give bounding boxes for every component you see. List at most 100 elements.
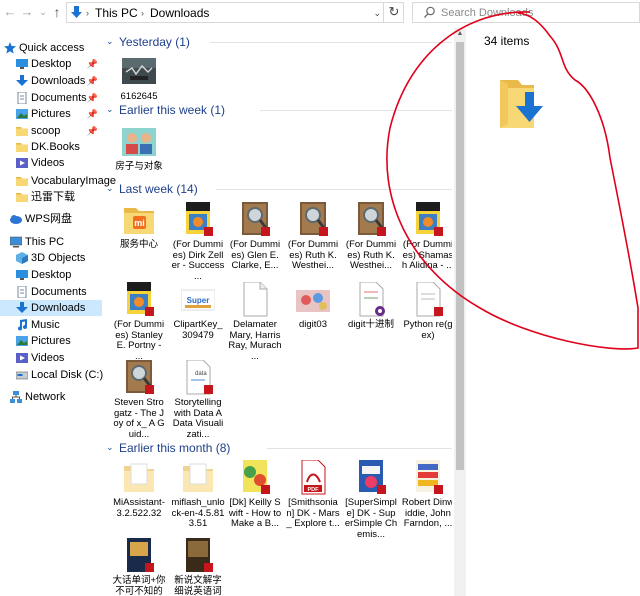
sidebar-item-videos[interactable]: Videos — [0, 350, 102, 366]
refresh-button[interactable]: ↻ — [383, 2, 404, 23]
sidebar-item-label: Documents — [31, 286, 87, 298]
doc-magnifier-icon — [122, 360, 156, 396]
up-arrow-icon[interactable]: ↑ — [50, 3, 64, 21]
file-item[interactable]: data Storytelling with Data A Data Visual… — [171, 359, 225, 440]
svg-text:mi: mi — [134, 218, 145, 228]
sidebar-item-pictures[interactable]: Pictures 📌 — [0, 106, 102, 122]
file-item[interactable]: (For Dummies) Shamash Alidina - ... — [401, 202, 452, 272]
sidebar-item-label: Downloads — [31, 75, 86, 87]
search-box[interactable] — [412, 2, 640, 23]
group-header[interactable]: ⌄ Earlier this month (8) — [104, 440, 452, 456]
book-pdf-icon — [181, 202, 215, 238]
group-header[interactable]: ⌄ Earlier this week (1) — [104, 102, 452, 118]
search-input[interactable] — [441, 4, 631, 21]
file-item[interactable]: 大话单词+你不可不知的词源 — [112, 538, 166, 596]
doc-magnifier-icon — [354, 202, 388, 238]
file-name: (For Dummies) Dirk Zeller - Success ... — [171, 239, 225, 282]
file-name: Delamater Mary, Harris Ray, Murach ... — [228, 319, 282, 362]
music-icon — [18, 319, 27, 331]
sidebar-item-music[interactable]: Music — [0, 317, 102, 333]
sidebar-item-3d-objects[interactable]: 3D Objects — [0, 250, 102, 266]
sidebar-item-desktop[interactable]: Desktop 📌 — [0, 56, 102, 72]
file-item[interactable]: (For Dummies) Stanley E. Portny - ... — [112, 282, 166, 362]
collapse-chevron-icon[interactable]: ⌄ — [106, 442, 114, 453]
sidebar-item-documents[interactable]: Documents 📌 — [0, 90, 102, 106]
sidebar-item-scoop[interactable]: scoop 📌 — [0, 123, 102, 139]
sidebar-item-downloads[interactable]: Downloads — [0, 300, 102, 316]
network-icon — [10, 391, 22, 403]
sidebar-item-this-pc[interactable]: This PC — [0, 234, 102, 250]
group-header[interactable]: ⌄ Yesterday (1) — [104, 34, 452, 50]
back-arrow-icon[interactable]: ← — [3, 3, 17, 21]
blank-doc-icon — [238, 281, 272, 318]
breadcrumb-this-pc[interactable]: This PC — [95, 5, 138, 21]
desktop-icon — [16, 270, 28, 280]
documents-icon — [17, 286, 27, 298]
file-name: 大话单词+你不可不知的词源 — [112, 575, 166, 596]
file-name: digit03 — [299, 319, 327, 330]
breadcrumb-downloads[interactable]: Downloads — [150, 5, 209, 21]
sidebar-item-documents[interactable]: Documents — [0, 284, 102, 300]
sidebar-item-quick-access[interactable]: Quick access — [0, 40, 102, 56]
file-item[interactable]: (For Dummies) Ruth K. Westhei... — [344, 202, 398, 272]
documents-icon — [17, 92, 27, 104]
pin-icon[interactable]: 📌 — [87, 106, 98, 122]
file-item[interactable]: Steven Strogatz - The Joy of x_ A Guid..… — [112, 360, 166, 440]
pin-icon[interactable]: 📌 — [87, 123, 98, 139]
address-field[interactable]: › This PC › Downloads ⌄ — [66, 2, 404, 23]
sidebar-item-label: Videos — [31, 157, 65, 169]
sidebar-item-label: Local Disk (C:) — [31, 369, 104, 381]
file-item[interactable]: Super ClipartKey_309479 — [171, 282, 225, 341]
file-item[interactable]: [SuperSimple] DK - SuperSimple Chemis... — [344, 460, 398, 540]
pdf-red-icon: PDF — [296, 459, 330, 496]
collapse-chevron-icon[interactable]: ⌄ — [106, 36, 114, 47]
forward-arrow-icon[interactable]: → — [20, 3, 34, 21]
sidebar-item-downloads[interactable]: Downloads 📌 — [0, 73, 102, 89]
navigation-pane: Quick access Desktop 📌 Downloads 📌 Documents 📌… — [0, 30, 116, 596]
collapse-chevron-icon[interactable]: ⌄ — [106, 183, 114, 194]
pictures-icon — [16, 336, 28, 346]
file-item[interactable]: miflash_unlock-en-4.5.813.51 — [171, 460, 225, 530]
file-item[interactable]: (For Dummies) Glen E. Clarke, E... — [228, 202, 282, 272]
svg-text:PDF: PDF — [308, 487, 320, 493]
sidebar-item-network[interactable]: Network — [0, 389, 102, 405]
sidebar-item-dk-books[interactable]: DK.Books — [0, 139, 102, 155]
pin-icon[interactable]: 📌 — [87, 73, 98, 89]
file-item[interactable]: PDF [Smithsonian] DK - Mars_ Explore t... — [286, 459, 340, 530]
file-item[interactable]: (For Dummies) Dirk Zeller - Success ... — [171, 202, 225, 282]
scrollbar-thumb[interactable] — [456, 42, 464, 470]
file-item[interactable]: 新说文解字 细说英语词根 — [171, 538, 225, 596]
file-item[interactable]: Robert Dinwiddie, John Farndon, ... — [401, 460, 452, 530]
sidebar-item-pictures[interactable]: Pictures — [0, 333, 102, 349]
file-item[interactable]: 6162645 — [112, 54, 166, 103]
collapse-chevron-icon[interactable]: ⌄ — [106, 104, 114, 115]
file-item[interactable]: MiAssistant-3.2.522.32 — [112, 460, 166, 519]
folder-icon — [16, 143, 28, 152]
file-item[interactable]: digit03 — [286, 282, 340, 331]
address-dropdown-icon[interactable]: ⌄ — [373, 6, 381, 20]
file-item[interactable]: 房子与对象 — [112, 124, 166, 173]
file-item[interactable]: Python re(gex) — [401, 281, 452, 341]
file-item[interactable]: [Dk] Keilly Swift - How to Make a B... — [228, 460, 282, 530]
file-item[interactable]: (For Dummies) Ruth K. Westhei... — [286, 202, 340, 272]
pin-icon[interactable]: 📌 — [87, 90, 98, 106]
file-item[interactable]: digit十进制 — [344, 281, 398, 331]
sidebar-item-desktop[interactable]: Desktop — [0, 267, 102, 283]
sidebar-item-label: This PC — [25, 236, 65, 248]
sidebar-item-label: Downloads — [31, 302, 86, 314]
sidebar-item-local-disk-c[interactable]: Local Disk (C:) — [0, 367, 104, 383]
doc-python-icon — [411, 281, 445, 318]
book-pdf-icon — [411, 202, 445, 238]
sidebar-item-item-9[interactable]: 迅雷下载 — [0, 189, 102, 205]
sidebar-item-vocabularyimage[interactable]: VocabularyImage — [0, 173, 116, 189]
group-header[interactable]: ⌄ Last week (14) — [104, 181, 452, 197]
sidebar-item-videos[interactable]: Videos — [0, 155, 102, 171]
scroll-up-icon[interactable]: ▲ — [454, 28, 466, 40]
file-item[interactable]: mi 服务中心 — [112, 202, 166, 251]
pin-icon[interactable]: 📌 — [87, 56, 98, 72]
file-item[interactable]: Delamater Mary, Harris Ray, Murach ... — [228, 281, 282, 362]
file-name: [SuperSimple] DK - SuperSimple Chemis... — [344, 497, 398, 540]
recent-locations-chevron-icon[interactable]: ⌄ — [36, 3, 50, 21]
sidebar-item-wps[interactable]: WPS网盘 — [0, 211, 102, 227]
vertical-scrollbar[interactable]: ▲ — [454, 28, 466, 596]
